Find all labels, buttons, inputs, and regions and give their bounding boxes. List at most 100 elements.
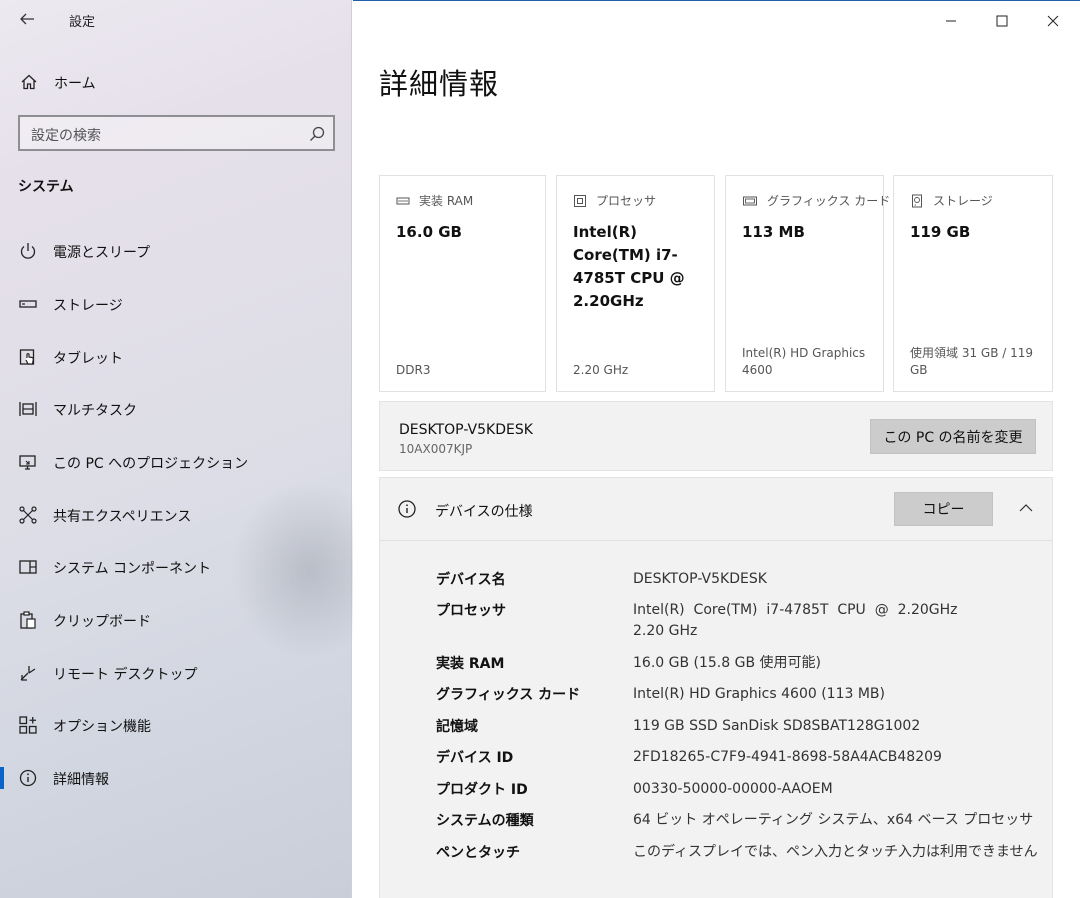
spec-key: デバイス ID [436,750,514,766]
tablet-icon [19,349,35,365]
device-specs-header[interactable]: デバイスの仕様 コピー [380,478,1052,541]
minimize-button[interactable] [937,7,965,35]
projection-icon [19,455,36,470]
spec-value: Intel(R) Core(TM) i7-4785T CPU @ 2.20GHz… [633,602,980,639]
sidebar-item-label: 共有エクスペリエンス [53,509,192,525]
pc-name: DESKTOP-V5KDESK [399,422,533,438]
device-specs-panel: デバイスの仕様 コピー デバイス名 DESKTOP-V5KDESK プロセッサ … [379,477,1053,898]
sidebar-item-label: ストレージ [53,298,123,314]
spec-value: Intel(R) HD Graphics 4600 (113 MB) [633,686,885,702]
ram-card: 実装 RAM 16.0 GB DDR3 [379,175,546,392]
sidebar-item-shared-experience[interactable]: 共有エクスペリエンス [0,493,352,537]
storage-icon [19,300,37,308]
sidebar-item-multitask[interactable]: マルチタスク [0,387,352,431]
pc-name-panel: DESKTOP-V5KDESK 10AX007KJP この PC の名前を変更 [379,401,1053,471]
section-title: システム [18,179,74,195]
multitask-icon [19,402,37,416]
back-arrow-icon [20,13,34,25]
sidebar-item-label: 電源とスリープ [53,245,151,261]
shared-experience-icon [19,506,37,524]
search-placeholder: 設定の検索 [31,128,101,144]
clipboard-icon [20,611,36,629]
card-footer: 使用領域 31 GB / 119 GB [910,346,1034,377]
main-content: 詳細情報 実装 RAM 16.0 GB DDR3 プロセッサ Intel(R) … [353,0,1080,898]
sidebar-item-label: リモート デスクトップ [53,667,198,683]
card-value: 16.0 GB [396,223,462,241]
storage-card: ストレージ 119 GB 使用領域 31 GB / 119 GB [893,175,1053,392]
card-footer: 2.20 GHz [573,363,629,377]
minimize-icon [946,20,956,22]
info-icon [19,769,37,787]
spec-key: デバイス名 [436,572,506,588]
close-button[interactable] [1039,7,1067,35]
info-icon [398,500,416,518]
active-indicator [0,767,4,789]
sidebar-item-label: この PC へのプロジェクション [53,456,249,472]
sidebar-item-label: オプション機能 [53,719,151,735]
app-title: 設定 [69,15,96,30]
spec-value: 2FD18265-C7F9-4941-8698-58A4ACB48209 [633,749,942,765]
card-header: プロセッサ [596,194,657,208]
card-footer: Intel(R) HD Graphics 4600 [742,346,866,377]
sidebar-item-projection[interactable]: この PC へのプロジェクション [0,440,352,484]
spec-key: 実装 RAM [436,656,505,672]
spec-value: 64 ビット オペレーティング システム、x64 ベース プロセッサ [633,812,1034,828]
ram-icon [396,197,410,204]
spec-value: DESKTOP-V5KDESK [633,571,767,587]
card-header: グラフィックス カード [767,194,891,208]
card-value: Intel(R) Core(TM) i7-4785T CPU @ 2.20GHz [573,223,685,310]
card-value: 113 MB [742,223,805,241]
sidebar-item-power-sleep[interactable]: 電源とスリープ [0,229,352,273]
sidebar-item-system-components[interactable]: システム コンポーネント [0,545,352,589]
card-footer: DDR3 [396,363,431,377]
spec-key: システムの種類 [436,813,534,829]
sidebar-item-remote-desktop[interactable]: リモート デスクトップ [0,651,352,695]
search-icon[interactable] [308,125,326,143]
card-header: 実装 RAM [419,194,474,208]
spec-key: グラフィックス カード [436,687,581,703]
spec-key: 記憶域 [436,719,478,735]
device-specs-title: デバイスの仕様 [435,504,533,520]
card-value: 119 GB [910,223,971,241]
spec-key: ペンとタッチ [436,845,520,861]
power-icon [20,243,36,259]
home-nav-item[interactable]: ホーム [0,64,352,100]
processor-icon [574,194,586,207]
sidebar-item-label: システム コンポーネント [53,561,212,577]
home-icon [21,74,37,90]
spec-key: プロダクト ID [436,782,528,798]
system-components-icon [19,560,37,574]
spec-value: 00330-50000-00000-AAOEM [633,781,833,797]
spec-key: プロセッサ [436,603,506,619]
sidebar-item-about[interactable]: 詳細情報 [0,756,352,800]
spec-value: 119 GB SSD SanDisk SD8SBAT128G1002 [633,718,921,734]
maximize-icon [996,15,1008,27]
chevron-up-icon[interactable] [1016,498,1036,518]
sidebar-item-label: 詳細情報 [53,772,109,788]
close-icon [1047,15,1059,27]
graphics-card-icon [743,196,757,205]
graphics-card-card: グラフィックス カード 113 MB Intel(R) HD Graphics … [725,175,890,392]
sidebar-item-clipboard[interactable]: クリップボード [0,598,352,642]
title-bar: 設定 [0,0,352,38]
maximize-button[interactable] [988,7,1016,35]
storage-drive-icon [912,194,922,207]
pc-model: 10AX007KJP [399,442,473,456]
home-label: ホーム [54,76,96,92]
rename-pc-button[interactable]: この PC の名前を変更 [870,419,1036,454]
remote-desktop-icon [20,666,36,681]
settings-search-input[interactable]: 設定の検索 [18,115,335,151]
sidebar: 設定 ホーム 設定の検索 システム 電源とスリープ ストレージ タブレット マル… [0,0,390,898]
spec-value: 16.0 GB (15.8 GB 使用可能) [633,655,821,671]
sidebar-item-label: マルチタスク [53,403,137,419]
sidebar-item-label: クリップボード [53,614,151,630]
spec-value: このディスプレイでは、ペン入力とタッチ入力は利用できません [633,844,1038,860]
sidebar-item-optional-features[interactable]: オプション機能 [0,703,352,747]
copy-button[interactable]: コピー [894,492,993,526]
sidebar-item-tablet[interactable]: タブレット [0,335,352,379]
page-title: 詳細情報 [379,67,500,101]
back-button[interactable] [14,6,40,32]
processor-card: プロセッサ Intel(R) Core(TM) i7-4785T CPU @ 2… [556,175,715,392]
optional-features-icon [19,716,37,734]
sidebar-item-storage[interactable]: ストレージ [0,282,352,326]
